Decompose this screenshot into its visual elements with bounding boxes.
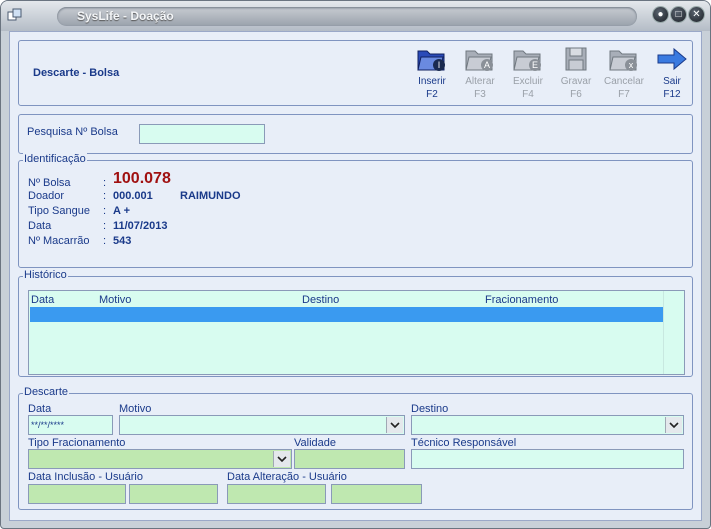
- excluir-button[interactable]: E Excluir F4: [505, 45, 551, 101]
- destino-dropdown-button[interactable]: [665, 417, 682, 433]
- tipo-sangue-colon: :: [103, 205, 107, 217]
- tipo-fracionamento-select[interactable]: [28, 449, 292, 469]
- tipo-fracionamento-dropdown-button[interactable]: [273, 451, 290, 467]
- data-alteracao-label: Data Alteração - Usuário: [227, 471, 347, 483]
- svg-text:E: E: [532, 60, 538, 70]
- descarte-legend: Descarte: [23, 386, 70, 398]
- usuario-inclusao-field: [129, 484, 218, 504]
- col-motivo[interactable]: Motivo: [99, 294, 131, 306]
- validade-field: [294, 449, 405, 469]
- page-title: Descarte - Bolsa: [33, 67, 120, 79]
- chevron-down-icon: [669, 422, 679, 429]
- alterar-label: Alterar: [465, 76, 495, 87]
- search-input[interactable]: [139, 124, 265, 144]
- maximize-icon: □: [675, 9, 682, 20]
- data-inclusao-label: Data Inclusão - Usuário: [28, 471, 143, 483]
- svg-text:I: I: [438, 60, 441, 70]
- tecnico-label: Técnico Responsável: [411, 437, 517, 449]
- usuario-alteracao-field: [331, 484, 422, 504]
- motivo-select[interactable]: [119, 415, 405, 435]
- inserir-button[interactable]: I Inserir F2: [409, 45, 455, 101]
- cancel-folder-icon: x: [609, 50, 637, 71]
- window-title: SysLife - Doação: [77, 9, 174, 23]
- close-button[interactable]: ✕: [689, 7, 704, 22]
- selected-row[interactable]: [30, 307, 664, 322]
- identificacao-panel: Identificação Nº Bolsa : 100.078 Doador …: [18, 153, 693, 268]
- grid-scroll-area: [663, 291, 684, 374]
- historico-grid[interactable]: Data Motivo Destino Fracionamento: [28, 290, 685, 375]
- historico-legend: Histórico: [23, 269, 68, 281]
- data-alteracao-field: [227, 484, 326, 504]
- data-label: Data: [28, 220, 52, 232]
- title-bar[interactable]: SysLife - Doação ● □ ✕: [1, 1, 710, 31]
- destino-label: Destino: [411, 403, 449, 415]
- doador-label: Doador: [28, 190, 65, 202]
- descarte-panel: Descarte Data **/**/**** Motivo Destino …: [18, 386, 693, 510]
- search-label: Pesquisa Nº Bolsa: [27, 126, 118, 138]
- minimize-button[interactable]: ●: [653, 7, 668, 22]
- alterar-key: F3: [474, 89, 486, 100]
- svg-text:x: x: [629, 60, 634, 70]
- close-icon: ✕: [692, 9, 701, 20]
- svg-text:A: A: [484, 60, 490, 70]
- sair-label: Sair: [663, 76, 681, 87]
- exit-arrow-icon: [657, 47, 687, 71]
- destino-select[interactable]: [411, 415, 684, 435]
- bolsa-value: 100.078: [113, 170, 171, 187]
- macarrao-colon: :: [103, 235, 107, 247]
- doador-name: RAIMUNDO: [180, 190, 241, 202]
- save-disk-icon: [565, 47, 587, 71]
- cancelar-label: Cancelar: [603, 76, 645, 87]
- validade-label: Validade: [294, 437, 336, 449]
- app-icon: [7, 8, 22, 21]
- minimize-icon: ●: [657, 9, 664, 20]
- excluir-label: Excluir: [512, 76, 543, 87]
- descarte-data-field[interactable]: **/**/****: [28, 415, 113, 435]
- sair-key: F12: [663, 89, 681, 100]
- gravar-key: F6: [570, 89, 582, 100]
- inserir-key: F2: [426, 89, 438, 100]
- chevron-down-icon: [390, 422, 400, 429]
- doador-colon: :: [103, 190, 107, 202]
- data-value: 11/07/2013: [113, 220, 168, 232]
- edit-folder-icon: A: [465, 50, 493, 71]
- descarte-data-label: Data: [28, 403, 52, 415]
- chevron-down-icon: [277, 456, 287, 463]
- client-area: Descarte - Bolsa I Inserir F2 A Alterar …: [9, 31, 702, 521]
- cancelar-button[interactable]: x Cancelar F7: [601, 45, 647, 101]
- bolsa-label: Nº Bolsa: [28, 177, 71, 189]
- macarrao-value: 543: [113, 235, 132, 247]
- delete-folder-icon: E: [513, 50, 541, 71]
- col-data[interactable]: Data: [31, 294, 54, 306]
- inserir-label: Inserir: [418, 76, 446, 87]
- tecnico-field[interactable]: [411, 449, 684, 469]
- excluir-key: F4: [522, 89, 534, 100]
- maximize-button[interactable]: □: [671, 7, 686, 22]
- col-fracionamento[interactable]: Fracionamento: [485, 294, 558, 306]
- col-destino[interactable]: Destino: [302, 294, 339, 306]
- identificacao-legend: Identificação: [23, 153, 87, 165]
- sair-button[interactable]: Sair F12: [649, 45, 695, 101]
- search-panel: Pesquisa Nº Bolsa: [18, 114, 693, 154]
- insert-folder-icon: I: [417, 50, 445, 71]
- macarrao-label: Nº Macarrão: [28, 235, 90, 247]
- tipo-fracionamento-label: Tipo Fracionamento: [28, 437, 126, 449]
- title-pill: SysLife - Doação: [57, 7, 637, 26]
- tipo-sangue-value: A +: [113, 205, 131, 217]
- bolsa-colon: :: [103, 177, 107, 189]
- gravar-button[interactable]: Gravar F6: [553, 45, 599, 101]
- motivo-label: Motivo: [119, 403, 152, 415]
- tipo-sangue-label: Tipo Sangue: [28, 205, 90, 217]
- gravar-label: Gravar: [560, 76, 592, 87]
- motivo-dropdown-button[interactable]: [386, 417, 403, 433]
- alterar-button[interactable]: A Alterar F3: [457, 45, 503, 101]
- app-window: SysLife - Doação ● □ ✕ Descarte - Bolsa …: [0, 0, 711, 529]
- data-inclusao-field: [28, 484, 126, 504]
- data-colon: :: [103, 220, 107, 232]
- historico-panel: Histórico Data Motivo Destino Fracioname…: [18, 269, 693, 377]
- doador-code: 000.001: [113, 190, 153, 202]
- header-panel: Descarte - Bolsa I Inserir F2 A Alterar …: [18, 40, 693, 106]
- cancelar-key: F7: [618, 89, 630, 100]
